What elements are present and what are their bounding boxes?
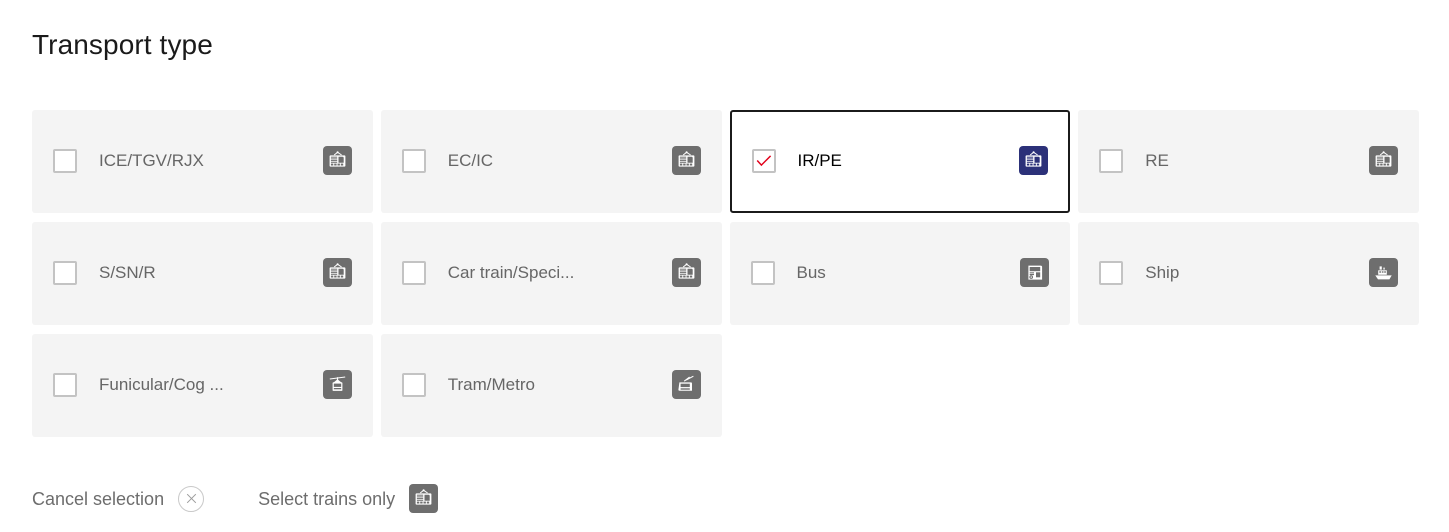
option-checkbox[interactable] [402,149,426,173]
transport-option-grid: ICE/TGV/RJX EC/IC IR/PE RE S/SN/R Car train/S… [32,110,1419,437]
transport-option-card[interactable]: Tram/Metro [381,334,722,437]
ship-icon [1369,258,1398,287]
transport-option-card[interactable]: S/SN/R [32,222,373,325]
option-label: Car train/Speci... [448,262,660,284]
train-icon [323,258,352,287]
option-checkbox[interactable] [1099,149,1123,173]
card-content: ICE/TGV/RJX [53,146,352,175]
card-content: Funicular/Cog ... [53,370,352,399]
option-checkbox[interactable] [752,149,776,173]
tram-icon [672,370,701,399]
card-content: Ship [1099,258,1398,287]
action-label: Select trains only [258,487,395,511]
train-icon [672,146,701,175]
transport-option-card[interactable]: RE [1078,110,1419,213]
option-label: S/SN/R [99,262,311,284]
transport-option-card[interactable]: EC/IC [381,110,722,213]
grid-placeholder [1078,334,1419,437]
card-content: Tram/Metro [402,370,701,399]
action-label: Cancel selection [32,487,164,511]
option-checkbox[interactable] [53,261,77,285]
train-icon[interactable] [409,484,438,513]
option-checkbox[interactable] [402,373,426,397]
card-content: Car train/Speci... [402,258,701,287]
select-trains-only-button[interactable]: Select trains only [258,484,438,513]
card-content: EC/IC [402,146,701,175]
transport-option-card[interactable]: IR/PE [730,110,1071,213]
card-content: IR/PE [752,146,1049,175]
circle-x-icon[interactable] [178,486,204,512]
option-checkbox[interactable] [402,261,426,285]
option-label: Bus [797,262,1009,284]
option-label: Tram/Metro [448,374,660,396]
card-content: Bus [751,258,1050,287]
bus-icon [1020,258,1049,287]
train-icon [1369,146,1398,175]
train-icon [672,258,701,287]
transport-option-card[interactable]: ICE/TGV/RJX [32,110,373,213]
train-icon [1019,146,1048,175]
transport-option-card[interactable]: Car train/Speci... [381,222,722,325]
grid-placeholder [730,334,1071,437]
option-label: ICE/TGV/RJX [99,150,311,172]
transport-type-panel: Transport type ICE/TGV/RJX EC/IC IR/PE RE S/… [0,0,1449,532]
option-label: IR/PE [798,150,1008,172]
funicular-icon [323,370,352,399]
option-checkbox[interactable] [53,373,77,397]
train-icon [409,484,438,513]
cancel-selection-button[interactable]: Cancel selection [32,486,204,512]
card-content: RE [1099,146,1398,175]
option-label: Ship [1145,262,1357,284]
option-checkbox[interactable] [751,261,775,285]
transport-option-card[interactable]: Funicular/Cog ... [32,334,373,437]
page-title: Transport type [32,28,213,62]
option-label: Funicular/Cog ... [99,374,311,396]
option-checkbox[interactable] [1099,261,1123,285]
action-row: Cancel selection Select trains only [32,484,438,513]
card-content: S/SN/R [53,258,352,287]
option-checkbox[interactable] [53,149,77,173]
option-label: RE [1145,150,1357,172]
option-label: EC/IC [448,150,660,172]
transport-option-card[interactable]: Bus [730,222,1071,325]
checkmark-icon [756,154,772,167]
circle-outline [178,486,204,512]
train-icon [323,146,352,175]
transport-option-card[interactable]: Ship [1078,222,1419,325]
